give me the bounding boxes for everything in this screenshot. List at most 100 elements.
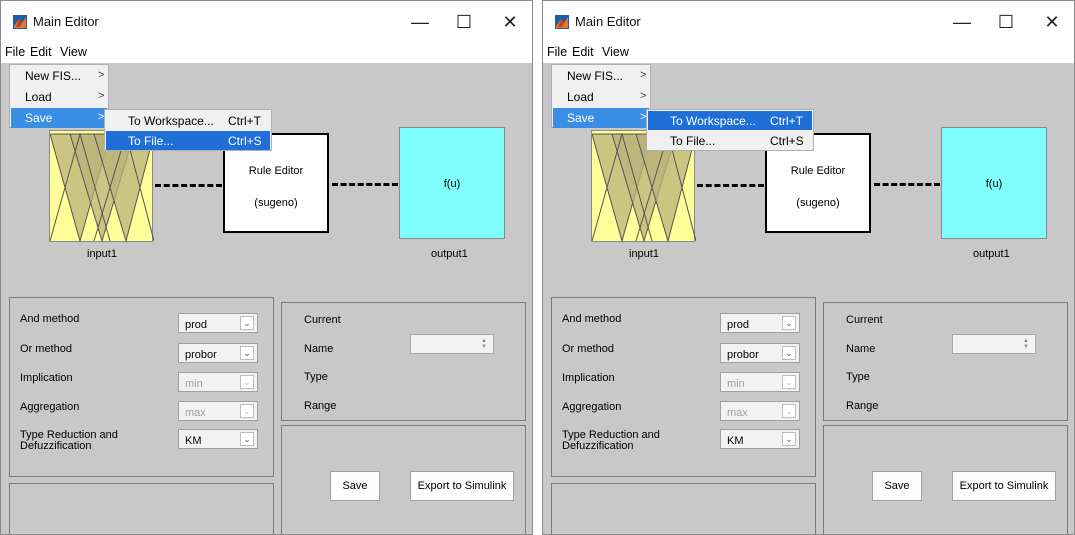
property-label: Or method bbox=[562, 343, 614, 355]
output-label: output1 bbox=[431, 248, 468, 260]
chevron-down-icon: ⌄ bbox=[782, 375, 796, 389]
rule-editor-type: (sugeno) bbox=[254, 197, 298, 209]
export-simulink-button[interactable]: Export to Simulink bbox=[952, 471, 1056, 501]
menu-item-label: Load bbox=[567, 90, 594, 104]
file-menu-item[interactable]: New FIS... > bbox=[11, 66, 107, 86]
menu-view[interactable]: View bbox=[602, 45, 629, 59]
select-value: KM bbox=[727, 435, 744, 447]
save-submenu-item[interactable]: To File... Ctrl+S bbox=[648, 131, 812, 150]
menu-item-shortcut: Ctrl+T bbox=[228, 114, 261, 128]
rule-editor-title: Rule Editor bbox=[248, 165, 304, 177]
connector-line bbox=[697, 184, 764, 187]
property-label: And method bbox=[20, 313, 80, 325]
save-submenu: To Workspace... Ctrl+T To File... Ctrl+S bbox=[646, 109, 814, 151]
fis-properties-panel: And method prod ⌄ Or method probor ⌄ Implicati… bbox=[9, 297, 274, 477]
close-button[interactable]: ✕ bbox=[1034, 9, 1070, 35]
menu-view[interactable]: View bbox=[60, 45, 87, 59]
save-button[interactable]: Save bbox=[872, 471, 922, 501]
property-label: Implication bbox=[562, 372, 615, 384]
save-submenu: To Workspace... Ctrl+T To File... Ctrl+S bbox=[104, 109, 272, 151]
property-select[interactable]: prod ⌄ bbox=[178, 313, 258, 333]
chevron-down-icon: ⌄ bbox=[782, 346, 796, 360]
output-function: f(u) bbox=[443, 178, 461, 190]
menu-edit[interactable]: Edit bbox=[30, 45, 52, 59]
property-label: Or method bbox=[20, 343, 72, 355]
file-menu-item[interactable]: New FIS... > bbox=[553, 66, 649, 86]
export-simulink-button[interactable]: Export to Simulink bbox=[410, 471, 514, 501]
rule-editor-title: Rule Editor bbox=[790, 165, 846, 177]
title-bar: Main Editor — ☐ ✕ bbox=[1, 1, 532, 41]
property-select: min ⌄ bbox=[720, 372, 800, 392]
menu-file[interactable]: File bbox=[5, 45, 25, 59]
menu-item-shortcut: Ctrl+T bbox=[770, 114, 803, 128]
chevron-right-icon: > bbox=[98, 69, 105, 81]
save-submenu-item[interactable]: To Workspace... Ctrl+T bbox=[106, 111, 270, 130]
file-menu-dropdown: New FIS... > Load > Save > bbox=[9, 64, 109, 128]
save-submenu-item[interactable]: To Workspace... Ctrl+T bbox=[648, 111, 812, 130]
title-bar: Main Editor — ☐ ✕ bbox=[543, 1, 1074, 41]
fis-properties-panel: And method prod ⌄ Or method probor ⌄ Implicati… bbox=[551, 297, 816, 477]
chevron-right-icon: > bbox=[640, 90, 647, 102]
menu-item-label: To File... bbox=[670, 134, 716, 148]
current-label: Current bbox=[846, 314, 883, 326]
maximize-button[interactable]: ☐ bbox=[988, 9, 1024, 35]
connector-line bbox=[874, 183, 940, 186]
menu-edit[interactable]: Edit bbox=[572, 45, 594, 59]
property-select[interactable]: probor ⌄ bbox=[178, 343, 258, 363]
menu-item-label: Save bbox=[25, 111, 53, 125]
file-menu-item[interactable]: Load > bbox=[11, 87, 107, 107]
output-variable-block[interactable]: f(u) bbox=[941, 127, 1047, 239]
chevron-down-icon: ⌄ bbox=[782, 432, 796, 446]
name-label: Name bbox=[846, 343, 876, 355]
menu-file[interactable]: File bbox=[547, 45, 567, 59]
file-menu-item[interactable]: Load > bbox=[553, 87, 649, 107]
type-label: Type bbox=[846, 371, 870, 383]
current-variable-panel: Current Name ▲ ▼ Type Range bbox=[823, 302, 1068, 421]
current-label: Current bbox=[304, 314, 341, 326]
property-label: Type Reduction and Defuzzification bbox=[562, 429, 660, 452]
action-panel: Save Export to Simulink bbox=[823, 425, 1068, 534]
main-editor-window-right: Main Editor — ☐ ✕ File Edit View Rule Ed… bbox=[542, 0, 1075, 535]
property-select[interactable]: KM ⌄ bbox=[178, 429, 258, 449]
save-button[interactable]: Save bbox=[330, 471, 380, 501]
connector-line bbox=[332, 183, 398, 186]
connector-line bbox=[155, 184, 222, 187]
property-select: max ⌄ bbox=[720, 401, 800, 421]
minimize-button[interactable]: — bbox=[402, 9, 438, 35]
output-variable-block[interactable]: f(u) bbox=[399, 127, 505, 239]
menu-item-label: Load bbox=[25, 90, 52, 104]
property-select[interactable]: KM ⌄ bbox=[720, 429, 800, 449]
select-value: prod bbox=[185, 319, 208, 331]
menu-item-label: To Workspace... bbox=[670, 114, 756, 128]
chevron-down-icon: ⌄ bbox=[240, 404, 254, 418]
chevron-down-icon: ⌄ bbox=[240, 316, 254, 330]
select-value: max bbox=[727, 407, 748, 419]
name-field[interactable]: ▲ ▼ bbox=[410, 334, 494, 354]
property-select: max ⌄ bbox=[178, 401, 258, 421]
chevron-down-icon: ⌄ bbox=[782, 404, 796, 418]
name-field[interactable]: ▲ ▼ bbox=[952, 334, 1036, 354]
select-value: min bbox=[185, 378, 203, 390]
menu-item-shortcut: Ctrl+S bbox=[770, 134, 804, 148]
menu-item-label: New FIS... bbox=[25, 69, 82, 83]
maximize-button[interactable]: ☐ bbox=[446, 9, 482, 35]
action-panel: Save Export to Simulink bbox=[281, 425, 526, 534]
type-label: Type bbox=[304, 371, 328, 383]
matlab-app-icon bbox=[13, 15, 27, 29]
file-menu-item[interactable]: Save > bbox=[553, 108, 649, 128]
chevron-down-icon: ⌄ bbox=[240, 432, 254, 446]
status-panel bbox=[9, 483, 274, 534]
matlab-app-icon bbox=[555, 15, 569, 29]
menu-bar: File Edit View bbox=[1, 41, 532, 63]
property-select[interactable]: probor ⌄ bbox=[720, 343, 800, 363]
chevron-down-icon: ⌄ bbox=[782, 316, 796, 330]
close-button[interactable]: ✕ bbox=[492, 9, 528, 35]
file-menu-item[interactable]: Save > bbox=[11, 108, 107, 128]
minimize-button[interactable]: — bbox=[944, 9, 980, 35]
status-panel bbox=[551, 483, 816, 534]
chevron-right-icon: > bbox=[98, 90, 105, 102]
menu-bar: File Edit View bbox=[543, 41, 1074, 63]
output-function: f(u) bbox=[985, 178, 1003, 190]
property-select[interactable]: prod ⌄ bbox=[720, 313, 800, 333]
save-submenu-item[interactable]: To File... Ctrl+S bbox=[106, 131, 270, 150]
